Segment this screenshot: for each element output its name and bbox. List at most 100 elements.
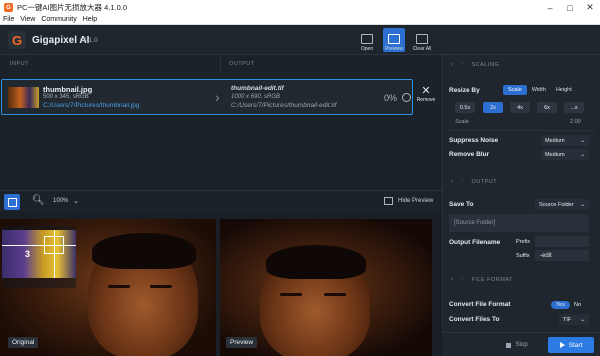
minimize-icon[interactable]: – — [540, 0, 560, 15]
hide-preview-button[interactable]: Hide Preview — [398, 198, 433, 204]
chevron-down-icon[interactable]: ⌄ — [73, 197, 79, 205]
app-version: v4.1.0 — [80, 37, 98, 44]
dots-icon: ⋮ — [459, 62, 466, 68]
suffix-label: Suffix — [516, 253, 530, 259]
remove-icon: ✕ — [421, 85, 431, 97]
zoom-icon[interactable]: 🔍︎ — [32, 195, 45, 206]
save-to-dropdown[interactable]: Source Folder ⌄ — [535, 199, 589, 210]
open-button[interactable]: Open — [357, 28, 377, 52]
prefix-label: Prefix — [516, 239, 531, 245]
hide-preview-icon[interactable] — [384, 197, 393, 205]
compare-view-icon — [7, 197, 17, 207]
original-eye-left — [108, 285, 130, 288]
convert-yes[interactable]: Yes — [551, 301, 570, 309]
chevron-down-icon: ⌄ — [580, 201, 585, 208]
remove-button[interactable]: ✕ Remove — [416, 85, 436, 109]
viewer-toolbar: 🔍︎ 100% ⌄ Hide Preview — [0, 190, 442, 211]
preview-label: Preview — [226, 337, 258, 348]
file-path[interactable]: C:/Users/7/Pictures/thumbnail.jpg — [43, 102, 139, 109]
menu-bar: File View Community Help — [0, 15, 600, 25]
clear-all-button[interactable]: Clear All — [411, 28, 433, 52]
output-column-header: OUTPUT — [229, 61, 255, 67]
scaling-section-header[interactable]: ‹ ⋮ SCALING — [443, 56, 600, 74]
file-size: 500 x 345, sRGB — [43, 94, 89, 100]
convert-format-toggle[interactable]: Yes No — [551, 300, 585, 310]
original-label: Original — [8, 337, 39, 348]
start-button[interactable]: Start — [548, 337, 594, 353]
menu-help[interactable]: Help — [80, 16, 100, 23]
factor-6x[interactable]: 6x — [537, 102, 557, 113]
dots-icon: ⋮ — [459, 277, 466, 283]
navigator-selection[interactable] — [44, 236, 64, 254]
window-controls: – □ ✕ — [540, 0, 600, 15]
remove-blur-value: Medium — [545, 151, 565, 158]
mode-width[interactable]: Width — [527, 85, 551, 95]
navigator-thumbnail[interactable]: 3 — [2, 226, 76, 288]
convert-to-value: TIF — [563, 316, 572, 323]
convert-to-label: Convert Files To — [449, 316, 500, 323]
navigator-image — [2, 230, 76, 278]
output-section-header[interactable]: ‹ ⋮ OUTPUT — [443, 173, 600, 191]
resize-by-label: Resize By — [449, 87, 480, 94]
mode-height[interactable]: Height — [551, 85, 577, 95]
output-file-size: 1000 x 690, sRGB — [231, 94, 281, 100]
suffix-field[interactable]: -edit — [535, 250, 589, 261]
gigapixel-logo-icon: G — [8, 31, 26, 49]
chevron-left-icon: ‹ — [451, 179, 454, 185]
prefix-field[interactable] — [535, 236, 589, 247]
scale-value: 2.00 — [570, 119, 581, 125]
start-label: Start — [568, 341, 583, 349]
clear-all-label: Clear All — [412, 46, 432, 52]
input-column-header: INPUT — [10, 61, 29, 67]
window-title: PC一键AI图片无损放大器 4.1.0.0 — [17, 3, 128, 12]
app-header: G Gigapixel AI v4.1.0 Open Preview Clear… — [0, 25, 600, 55]
resize-mode-segmented: Scale Width Height — [503, 85, 577, 95]
stop-button[interactable]: Stop — [498, 338, 536, 352]
preview-pane[interactable]: Preview — [220, 219, 432, 356]
split-view-icon — [388, 34, 400, 44]
preview-button[interactable]: Preview — [383, 28, 405, 52]
clear-all-icon — [416, 34, 428, 44]
factor-2x[interactable]: 2x — [483, 102, 503, 113]
factor-0.5x[interactable]: 0.5x — [455, 102, 475, 113]
maximize-icon[interactable]: □ — [560, 0, 580, 15]
play-icon — [559, 342, 565, 348]
save-to-value: Source Folder — [539, 201, 574, 208]
column-divider — [220, 58, 221, 70]
file-thumbnail — [8, 87, 39, 108]
convert-no[interactable]: No — [570, 302, 585, 308]
folder-icon — [361, 34, 373, 44]
close-icon[interactable]: ✕ — [580, 0, 600, 15]
stop-icon — [506, 342, 512, 348]
chevron-right-icon: › — [215, 89, 220, 105]
menu-view[interactable]: View — [17, 16, 38, 23]
scaling-divider — [449, 130, 595, 131]
output-filename-label: Output Filename — [449, 239, 501, 246]
file-row[interactable]: thumbnail.jpg 500 x 345, sRGB C:/Users/7… — [1, 79, 413, 115]
factor-4x[interactable]: 4x — [510, 102, 530, 113]
zoom-value[interactable]: 100% — [53, 198, 68, 204]
navigator-jersey-number: 3 — [25, 249, 31, 259]
preview-hair — [266, 245, 366, 279]
output-title: OUTPUT — [471, 179, 498, 185]
convert-to-dropdown[interactable]: TIF ⌄ — [559, 314, 589, 325]
progress-percent: 0% — [384, 93, 398, 103]
title-bar: G PC一键AI图片无损放大器 4.1.0.0 – □ ✕ — [0, 0, 600, 15]
chevron-left-icon: ‹ — [451, 277, 454, 283]
navigator-crosshair-h — [2, 245, 76, 246]
preview-label: Preview — [385, 46, 403, 52]
output-folder-field[interactable]: [Source Folder] — [449, 214, 589, 232]
scaling-title: SCALING — [471, 62, 500, 68]
remove-blur-dropdown[interactable]: Medium ⌄ — [541, 149, 589, 160]
app-icon: G — [4, 3, 13, 12]
menu-file[interactable]: File — [0, 16, 17, 23]
convert-format-label: Convert File Format — [449, 301, 511, 308]
output-file-name: thumbnail-edit.tif — [231, 85, 284, 92]
factor-custom[interactable]: ...x — [564, 102, 584, 113]
mode-scale[interactable]: Scale — [503, 85, 527, 95]
menu-community[interactable]: Community — [38, 16, 79, 23]
suppress-noise-dropdown[interactable]: Medium ⌄ — [541, 135, 589, 146]
compare-view-button[interactable] — [4, 194, 20, 210]
file-format-section-header[interactable]: ‹ ⋮ FILE FORMAT — [443, 271, 600, 289]
suppress-noise-value: Medium — [545, 137, 565, 144]
